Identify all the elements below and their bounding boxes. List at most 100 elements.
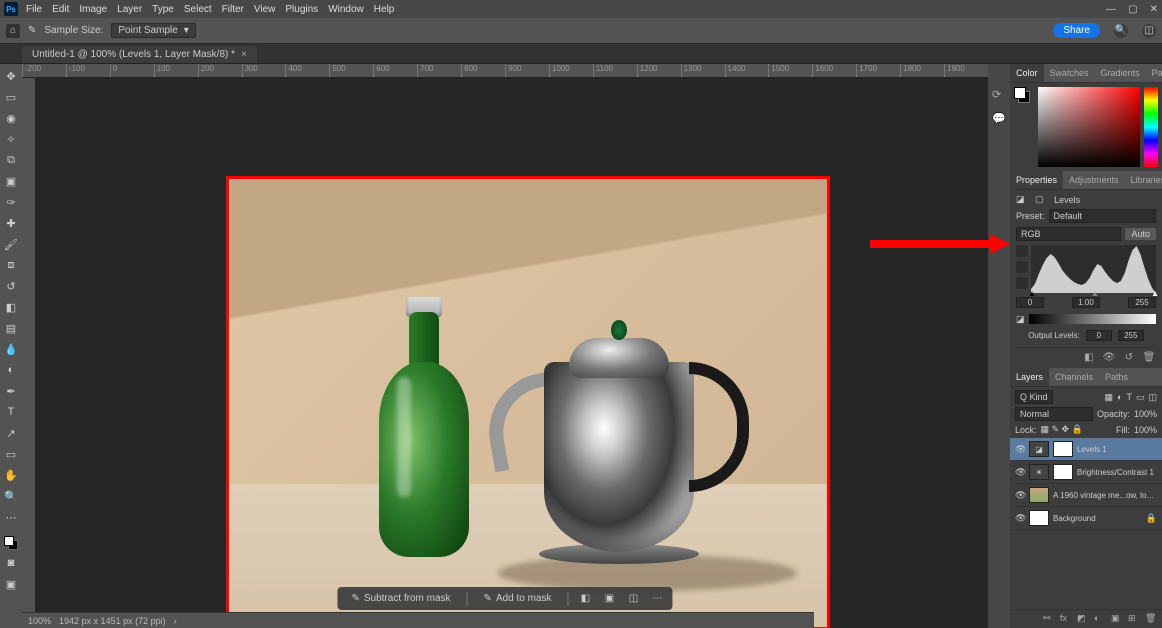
output-white[interactable]	[1118, 330, 1144, 341]
layer-thumb[interactable]	[1029, 510, 1049, 526]
filter-smart-icon[interactable]: ◫	[1148, 392, 1157, 403]
bg-toggle-icon[interactable]: ▣	[603, 592, 617, 606]
menu-help[interactable]: Help	[374, 4, 395, 15]
tab-adjustments[interactable]: Adjustments	[1063, 171, 1125, 189]
new-group-icon[interactable]: ▣	[1111, 613, 1123, 625]
layer-name[interactable]: Brightness/Contrast 1	[1077, 468, 1157, 477]
add-to-mask-button[interactable]: ✎Add to mask	[478, 591, 558, 606]
path-tool-icon[interactable]: ↗	[3, 425, 19, 441]
black-slider[interactable]: ▲	[1028, 289, 1036, 298]
zoom-level[interactable]: 100%	[28, 616, 51, 626]
new-layer-icon[interactable]: ⊞	[1128, 613, 1140, 625]
layer-filter-dropdown[interactable]: Q Kind	[1015, 390, 1053, 404]
layer-name[interactable]: Levels 1	[1077, 445, 1157, 454]
delete-adjustment-icon[interactable]: 🗑	[1142, 350, 1156, 364]
output-gradient[interactable]	[1029, 314, 1156, 324]
visibility-icon[interactable]: 👁	[1015, 467, 1025, 478]
lock-icons[interactable]: ▦ ✎ ✥ 🔒	[1041, 424, 1083, 435]
lasso-tool-icon[interactable]: ◉	[3, 110, 19, 126]
eyedropper-tool-icon[interactable]: ✎	[28, 25, 36, 36]
chevron-right-icon[interactable]: ›	[174, 616, 177, 626]
eraser-tool-icon[interactable]: ◧	[3, 299, 19, 315]
menu-view[interactable]: View	[254, 4, 276, 15]
input-black[interactable]	[1016, 297, 1044, 308]
heal-tool-icon[interactable]: ✚	[3, 215, 19, 231]
auto-button[interactable]: Auto	[1125, 228, 1156, 240]
output-black[interactable]	[1086, 330, 1112, 341]
reset-icon[interactable]: ↺	[1122, 350, 1136, 364]
comments-panel-icon[interactable]: 💬	[992, 112, 1006, 126]
mid-slider[interactable]: ▲	[1091, 289, 1099, 298]
levels-histogram[interactable]: ▲ ▲ ▲	[1031, 245, 1156, 293]
white-point-eyedropper-icon[interactable]	[1016, 277, 1028, 289]
clip-to-layer-icon[interactable]: ◧	[1082, 350, 1096, 364]
menu-image[interactable]: Image	[79, 4, 107, 15]
tab-gradients[interactable]: Gradients	[1095, 64, 1146, 82]
layer-name[interactable]: Background	[1053, 514, 1142, 523]
filter-type-icon[interactable]: T	[1126, 392, 1132, 403]
type-tool-icon[interactable]: T	[3, 404, 19, 420]
dodge-tool-icon[interactable]: ◐	[3, 362, 19, 378]
wand-tool-icon[interactable]: ✧	[3, 131, 19, 147]
screenmode-icon[interactable]: ▣	[3, 576, 19, 592]
eyedropper-tool-icon[interactable]: ✑	[3, 194, 19, 210]
tab-swatches[interactable]: Swatches	[1044, 64, 1095, 82]
tab-patterns[interactable]: Patterns	[1146, 64, 1162, 82]
more-icon[interactable]: ⋯	[651, 592, 665, 606]
filter-adjust-icon[interactable]: ◐	[1117, 392, 1122, 403]
fill-value[interactable]: 100%	[1134, 425, 1157, 435]
gray-point-eyedropper-icon[interactable]	[1016, 261, 1028, 273]
visibility-icon[interactable]: 👁	[1015, 513, 1025, 524]
visibility-icon[interactable]: 👁	[1015, 490, 1025, 501]
view-previous-icon[interactable]: 👁	[1102, 350, 1116, 364]
menu-filter[interactable]: Filter	[222, 4, 244, 15]
home-icon[interactable]: ⌂	[6, 24, 20, 38]
tab-properties[interactable]: Properties	[1010, 171, 1063, 189]
color-swatch[interactable]	[4, 536, 18, 550]
shape-tool-icon[interactable]: ▭	[3, 446, 19, 462]
document-tab[interactable]: Untitled-1 @ 100% (Levels 1, Layer Mask/…	[22, 46, 257, 63]
close-tab-icon[interactable]: ×	[241, 49, 247, 60]
frame-tool-icon[interactable]: ▣	[3, 173, 19, 189]
stamp-tool-icon[interactable]: ⧈	[3, 257, 19, 273]
menu-plugins[interactable]: Plugins	[285, 4, 318, 15]
doc-size[interactable]: 1942 px x 1451 px (72 ppi)	[59, 616, 166, 626]
brush-tool-icon[interactable]: 🖌	[3, 236, 19, 252]
tab-color[interactable]: Color	[1010, 64, 1044, 82]
tab-libraries[interactable]: Libraries	[1125, 171, 1162, 189]
zoom-tool-icon[interactable]: 🔍	[3, 488, 19, 504]
color-field[interactable]	[1038, 87, 1140, 167]
invert-mask-icon[interactable]: ◧	[579, 592, 593, 606]
search-icon[interactable]: 🔍	[1114, 24, 1128, 38]
layer-row[interactable]: 👁Background🔒	[1010, 507, 1162, 530]
ruler-vertical[interactable]	[22, 78, 36, 628]
share-button[interactable]: Share	[1053, 23, 1100, 38]
history-brush-tool-icon[interactable]: ↺	[3, 278, 19, 294]
marquee-tool-icon[interactable]: ▭	[3, 89, 19, 105]
filter-shape-icon[interactable]: ▭	[1136, 392, 1145, 403]
opacity-value[interactable]: 100%	[1134, 409, 1157, 419]
visibility-icon[interactable]: 👁	[1015, 444, 1025, 455]
delete-layer-icon[interactable]: 🗑	[1145, 613, 1157, 625]
blend-mode-dropdown[interactable]: Normal	[1015, 407, 1093, 421]
menu-window[interactable]: Window	[328, 4, 364, 15]
workspace-icon[interactable]: ◫	[1142, 24, 1156, 38]
input-white[interactable]	[1128, 297, 1156, 308]
menu-select[interactable]: Select	[184, 4, 212, 15]
document-canvas[interactable]	[226, 176, 830, 628]
layer-row[interactable]: 👁☀Brightness/Contrast 1	[1010, 461, 1162, 484]
minimize-icon[interactable]: —	[1106, 4, 1116, 15]
subtract-from-mask-button[interactable]: ✎Subtract from mask	[345, 591, 456, 606]
input-mid[interactable]	[1072, 297, 1100, 308]
channel-dropdown[interactable]: RGB	[1016, 227, 1121, 241]
close-icon[interactable]: ✕	[1150, 4, 1158, 15]
tab-channels[interactable]: Channels	[1049, 368, 1099, 386]
pen-tool-icon[interactable]: ✒	[3, 383, 19, 399]
ruler-horizontal[interactable]: -200-10001002003004005006007008009001000…	[22, 64, 988, 78]
gradient-tool-icon[interactable]: ▤	[3, 320, 19, 336]
menu-layer[interactable]: Layer	[117, 4, 142, 15]
hand-tool-icon[interactable]: ✋	[3, 467, 19, 483]
menu-file[interactable]: File	[26, 4, 42, 15]
new-adjustment-icon[interactable]: ◐	[1094, 613, 1106, 625]
history-panel-icon[interactable]: ⟳	[992, 88, 1006, 102]
